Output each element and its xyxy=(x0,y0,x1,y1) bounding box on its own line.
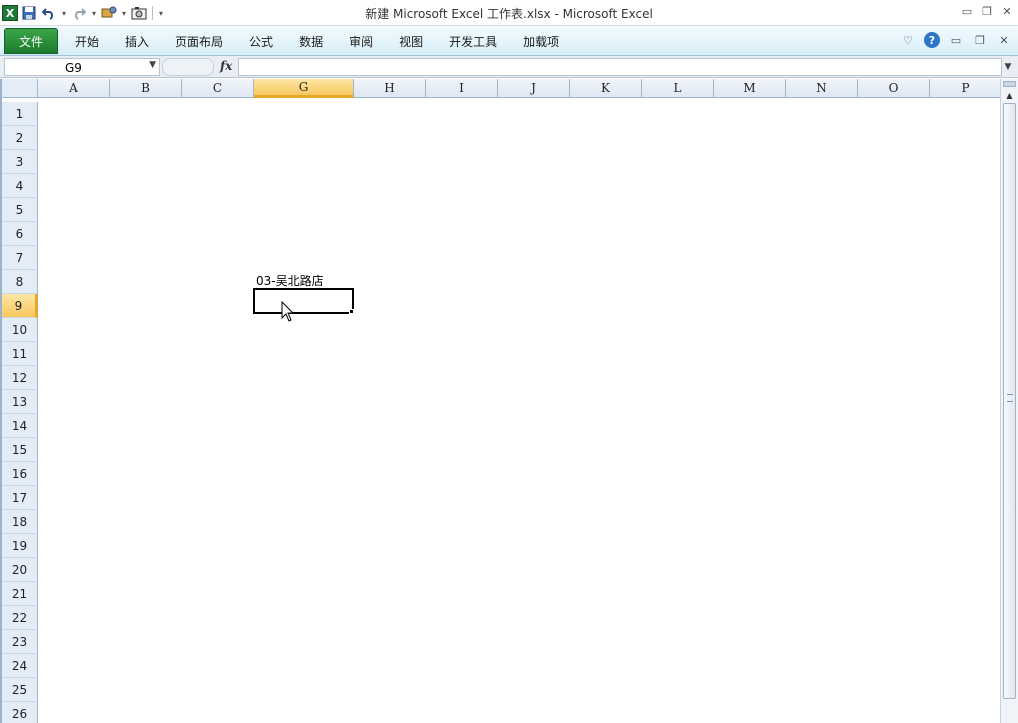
name-box-dropdown-icon[interactable]: ▼ xyxy=(149,60,156,70)
expand-formula-bar-icon[interactable]: ▼ xyxy=(1002,58,1014,76)
row-header[interactable]: 13 xyxy=(2,390,38,414)
name-box[interactable]: G9 ▼ xyxy=(4,58,160,76)
row-header[interactable]: 4 xyxy=(2,174,38,198)
mouse-pointer-icon xyxy=(281,301,295,322)
tab-home[interactable]: 开始 xyxy=(62,33,112,50)
name-box-value: G9 xyxy=(65,61,82,75)
tab-insert[interactable]: 插入 xyxy=(112,33,162,50)
row-header[interactable]: 24 xyxy=(2,654,38,678)
row-header[interactable]: 26 xyxy=(2,702,38,723)
window-controls: ▭ ❐ ✕ xyxy=(960,4,1014,18)
tab-page-layout[interactable]: 页面布局 xyxy=(162,33,236,50)
tab-add-ins[interactable]: 加载项 xyxy=(510,33,572,50)
row-header[interactable]: 18 xyxy=(2,510,38,534)
formula-pill xyxy=(162,58,214,76)
select-all-corner[interactable] xyxy=(2,79,38,98)
column-header-h[interactable]: H xyxy=(354,79,426,98)
tab-developer[interactable]: 开发工具 xyxy=(436,33,510,50)
column-header-o[interactable]: O xyxy=(858,79,930,98)
insert-function-icon[interactable]: fx xyxy=(220,59,232,73)
tab-formulas[interactable]: 公式 xyxy=(236,33,286,50)
column-header-i[interactable]: I xyxy=(426,79,498,98)
row-header[interactable]: 14 xyxy=(2,414,38,438)
column-header-l[interactable]: L xyxy=(642,79,714,98)
vertical-scrollbar[interactable]: ▲ xyxy=(1000,79,1018,723)
worksheet[interactable]: A B C G H I J K L M N O P 1 2 3 4 5 6 7 … xyxy=(0,79,1000,723)
row-header[interactable]: 11 xyxy=(2,342,38,366)
row-header[interactable]: 3 xyxy=(2,150,38,174)
row-header[interactable]: 8 xyxy=(2,270,38,294)
row-header[interactable]: 21 xyxy=(2,582,38,606)
column-header-j[interactable]: J xyxy=(498,79,570,98)
scroll-up-icon[interactable]: ▲ xyxy=(1003,89,1016,101)
active-cell-g9[interactable] xyxy=(253,288,354,314)
formula-buttons: fx xyxy=(162,58,238,76)
restore-icon[interactable]: ❐ xyxy=(980,4,994,18)
close-icon[interactable]: ✕ xyxy=(1000,4,1014,18)
row-header[interactable]: 20 xyxy=(2,558,38,582)
column-header-p[interactable]: P xyxy=(930,79,1000,98)
row-header[interactable]: 22 xyxy=(2,606,38,630)
split-handle[interactable] xyxy=(1003,81,1016,87)
workbook-close-icon[interactable]: ✕ xyxy=(996,32,1012,48)
minimize-icon[interactable]: ▭ xyxy=(960,4,974,18)
tab-data[interactable]: 数据 xyxy=(286,33,336,50)
row-header[interactable]: 1 xyxy=(2,102,38,126)
row-header[interactable]: 7 xyxy=(2,246,38,270)
scroll-grip xyxy=(1007,394,1013,402)
ribbon-controls: ♡ ? ▭ ❐ ✕ xyxy=(900,32,1012,48)
workbook-restore-icon[interactable]: ❐ xyxy=(972,32,988,48)
scroll-thumb[interactable] xyxy=(1003,103,1016,699)
row-header[interactable]: 23 xyxy=(2,630,38,654)
fill-handle[interactable] xyxy=(349,309,354,314)
title-bar: X ▾ ▾ ▾ ▾ 新建 Microsoft Excel 工作表.xlsx - … xyxy=(0,0,1018,26)
formula-input[interactable] xyxy=(238,58,1002,76)
window-title: 新建 Microsoft Excel 工作表.xlsx - Microsoft … xyxy=(365,7,653,21)
row-header[interactable]: 10 xyxy=(2,318,38,342)
column-header-g[interactable]: G xyxy=(254,79,354,98)
column-header-c[interactable]: C xyxy=(182,79,254,98)
collapse-ribbon-icon[interactable]: ♡ xyxy=(900,32,916,48)
help-icon[interactable]: ? xyxy=(924,32,940,48)
formula-bar: G9 ▼ fx ▼ xyxy=(0,56,1018,78)
tab-file[interactable]: 文件 xyxy=(4,28,58,54)
row-header[interactable]: 25 xyxy=(2,678,38,702)
workbook-minimize-icon[interactable]: ▭ xyxy=(948,32,964,48)
row-header-selected[interactable]: 9 xyxy=(2,294,38,318)
ribbon-tabs: 文件 开始 插入 页面布局 公式 数据 审阅 视图 开发工具 加载项 ♡ ? ▭… xyxy=(0,26,1018,56)
column-header-n[interactable]: N xyxy=(786,79,858,98)
cell-g8[interactable]: 03-吴北路店 xyxy=(256,272,324,289)
row-header[interactable]: 15 xyxy=(2,438,38,462)
row-header[interactable]: 12 xyxy=(2,366,38,390)
column-header-m[interactable]: M xyxy=(714,79,786,98)
tab-view[interactable]: 视图 xyxy=(386,33,436,50)
row-header[interactable]: 17 xyxy=(2,486,38,510)
column-header-k[interactable]: K xyxy=(570,79,642,98)
row-header[interactable]: 5 xyxy=(2,198,38,222)
tab-review[interactable]: 审阅 xyxy=(336,33,386,50)
column-header-b[interactable]: B xyxy=(110,79,182,98)
row-header[interactable]: 2 xyxy=(2,126,38,150)
row-header[interactable]: 16 xyxy=(2,462,38,486)
column-header-a[interactable]: A xyxy=(38,79,110,98)
tab-list: 开始 插入 页面布局 公式 数据 审阅 视图 开发工具 加载项 xyxy=(62,26,572,56)
row-header[interactable]: 6 xyxy=(2,222,38,246)
row-header[interactable]: 19 xyxy=(2,534,38,558)
